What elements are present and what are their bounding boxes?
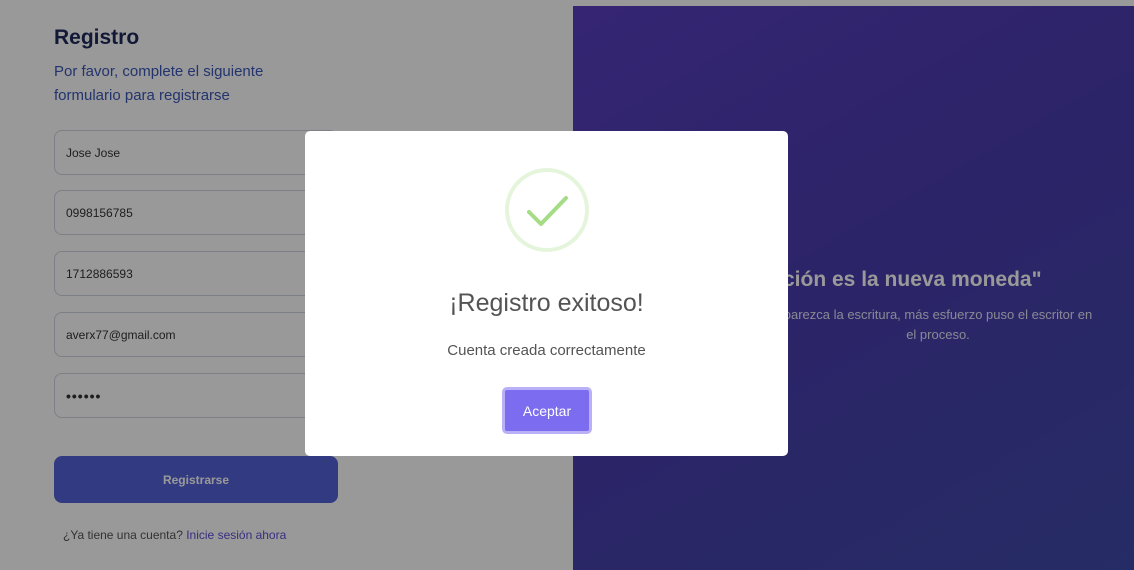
check-icon [504, 167, 590, 253]
dialog-message: Cuenta creada correctamente [447, 342, 646, 359]
dialog-title: ¡Registro exitoso! [449, 289, 644, 317]
success-dialog: ¡Registro exitoso! Cuenta creada correct… [305, 131, 788, 456]
registration-page: Registro Por favor, complete el siguient… [0, 0, 1134, 570]
accept-button[interactable]: Aceptar [502, 387, 592, 434]
